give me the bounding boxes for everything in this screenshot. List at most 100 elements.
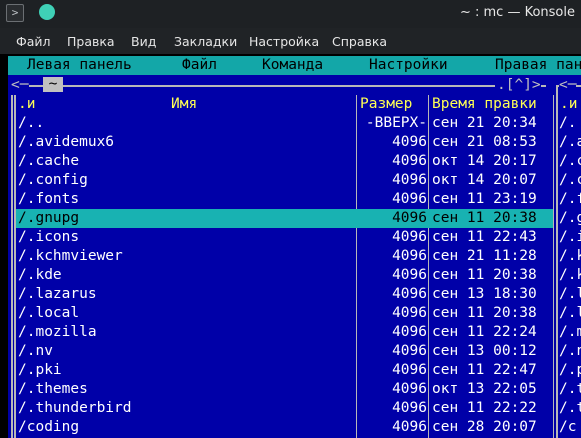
file-size: 4096 <box>392 248 427 264</box>
file-row[interactable]: /.thunderbird 4096 сен 11 22:22 /.t <box>8 399 581 418</box>
panel-corner-arrow[interactable]: <─ <box>10 76 30 95</box>
file-mtime: сен 11 22:47 <box>432 362 537 378</box>
file-mtime: сен 11 23:19 <box>432 191 537 207</box>
file-name: /.local <box>18 305 80 321</box>
right-panel-file-name: /.a <box>559 134 581 150</box>
menu-bookmarks[interactable]: Закладки <box>174 34 237 49</box>
mc-menu-left-panel[interactable]: Левая панель <box>27 56 132 75</box>
right-panel-file-name: /.g <box>559 210 581 226</box>
app-menubar: Файл Правка Вид Закладки Настройка Справ… <box>0 28 581 54</box>
file-size: 4096 <box>392 343 427 359</box>
right-panel-file-name: /.m <box>559 324 581 340</box>
menu-settings[interactable]: Настройка <box>249 34 319 49</box>
file-row[interactable]: /.kde 4096 сен 11 20:38 /.k <box>8 266 581 285</box>
file-row-selected[interactable]: /.gnupg 4096 сен 11 20:38 /.g <box>8 209 581 228</box>
file-name: /.cache <box>18 153 80 169</box>
column-header-mtime[interactable]: Время правки <box>432 95 537 114</box>
file-name: /coding <box>18 419 80 435</box>
file-row[interactable]: /.mozilla 4096 сен 11 22:24 /.m <box>8 323 581 342</box>
right-panel-file-name: /.n <box>559 343 581 359</box>
file-row[interactable]: /.avidemux6 4096 сен 21 08:53 /.a <box>8 133 581 152</box>
right-panel-sort-indicator[interactable]: .и <box>560 95 577 114</box>
file-size: 4096 <box>392 362 427 378</box>
column-header-name[interactable]: Имя <box>171 95 197 114</box>
menu-help[interactable]: Справка <box>332 34 387 49</box>
file-size: 4096 <box>392 286 427 302</box>
mc-menu-file[interactable]: Файл <box>182 56 217 75</box>
right-panel-file-name: /.t <box>559 400 581 416</box>
history-button[interactable]: .[^]> <box>495 76 541 95</box>
right-panel-file-name: /.k <box>559 248 581 264</box>
file-size: 4096 <box>392 305 427 321</box>
file-size: 4096 <box>392 267 427 283</box>
mc-menubar: Левая панель Файл Команда Настройки Прав… <box>8 56 581 75</box>
right-panel-file-name: /.c <box>559 172 581 188</box>
file-row[interactable]: /.lazarus 4096 сен 13 18:30 /.l <box>8 285 581 304</box>
menu-file[interactable]: Файл <box>16 34 51 49</box>
file-size: 4096 <box>392 191 427 207</box>
file-row[interactable]: /.themes 4096 окт 13 22:05 /.t <box>8 380 581 399</box>
mc-menu-right-panel[interactable]: Правая панель <box>495 56 581 75</box>
file-mtime: окт 14 20:07 <box>432 172 537 188</box>
file-mtime: сен 21 20:34 <box>432 115 537 131</box>
file-mtime: сен 11 22:24 <box>432 324 537 340</box>
panel-border <box>11 85 546 87</box>
file-mtime: сен 21 08:53 <box>432 134 537 150</box>
terminal-area[interactable]: Левая панель Файл Команда Настройки Прав… <box>0 54 581 438</box>
file-size: 4096 <box>392 210 427 226</box>
file-mtime: сен 11 20:38 <box>432 267 537 283</box>
file-row[interactable]: /.fonts 4096 сен 11 23:19 /.f <box>8 190 581 209</box>
file-row[interactable]: /.kchmviewer 4096 сен 21 11:28 /.k <box>8 247 581 266</box>
file-name: /.. <box>18 115 45 131</box>
file-mtime: сен 11 22:43 <box>432 229 537 245</box>
file-mtime: сен 28 20:07 <box>432 419 537 435</box>
file-mtime: сен 13 18:30 <box>432 286 537 302</box>
left-file-panel: <─ ~ .[^]> <─ .и Имя Размер Время правки… <box>8 75 581 438</box>
file-name: /.fonts <box>18 191 80 207</box>
file-name: /.kde <box>18 267 62 283</box>
menu-view[interactable]: Вид <box>131 34 156 49</box>
right-panel-file-name: /.i <box>559 229 581 245</box>
terminal-icon[interactable]: > <box>6 4 24 22</box>
file-mtime: сен 13 00:12 <box>432 343 537 359</box>
right-panel-file-name: /.l <box>559 305 581 321</box>
right-panel-file-name: /.t <box>559 381 581 397</box>
column-header-size[interactable]: Размер <box>360 95 412 114</box>
mc-menu-command[interactable]: Команда <box>262 56 323 75</box>
panel-path[interactable]: ~ <box>43 77 63 92</box>
file-row[interactable]: /.icons 4096 сен 11 22:43 /.i <box>8 228 581 247</box>
file-mtime: сен 11 22:22 <box>432 400 537 416</box>
file-size: 4096 <box>392 134 427 150</box>
mc-menu-options[interactable]: Настройки <box>369 56 448 75</box>
menu-edit[interactable]: Правка <box>67 34 115 49</box>
file-name: /.themes <box>18 381 88 397</box>
file-row[interactable]: /.nv 4096 сен 13 00:12 /.n <box>8 342 581 361</box>
app-icon[interactable] <box>39 4 55 20</box>
file-row[interactable]: /.cache 4096 окт 14 20:17 /.c <box>8 152 581 171</box>
file-name: /.kchmviewer <box>18 248 123 264</box>
file-name: /.pki <box>18 362 62 378</box>
file-name: /.avidemux6 <box>18 134 115 150</box>
file-row[interactable]: /.config 4096 окт 14 20:07 /.c <box>8 171 581 190</box>
file-name: /.mozilla <box>18 324 97 340</box>
right-panel-file-name: /c <box>559 419 577 435</box>
sort-indicator[interactable]: .и <box>18 95 35 114</box>
right-panel-file-name: /.f <box>559 191 581 207</box>
file-name: /.icons <box>18 229 80 245</box>
right-panel-corner-arrow[interactable]: <─ <box>559 76 577 95</box>
file-mtime: сен 11 20:38 <box>432 210 537 226</box>
file-mtime: окт 13 22:05 <box>432 381 537 397</box>
file-size: 4096 <box>392 324 427 340</box>
file-mtime: окт 14 20:17 <box>432 153 537 169</box>
file-row[interactable]: /coding 4096 сен 28 20:07/c <box>8 418 581 437</box>
file-size: 4096 <box>392 172 427 188</box>
right-panel-file-name: /.p <box>559 362 581 378</box>
file-name: /.gnupg <box>18 210 80 226</box>
file-row[interactable]: /.local 4096 сен 11 20:38 /.l <box>8 304 581 323</box>
file-mtime: сен 11 20:38 <box>432 305 537 321</box>
file-row[interactable]: /.. -ВВЕРХ-сен 21 20:34 /. <box>8 114 581 133</box>
file-size: 4096 <box>392 381 427 397</box>
file-name: /.lazarus <box>18 286 97 302</box>
right-panel-file-name: /.k <box>559 267 581 283</box>
file-row[interactable]: /.pki 4096 сен 11 22:47 /.p <box>8 361 581 380</box>
